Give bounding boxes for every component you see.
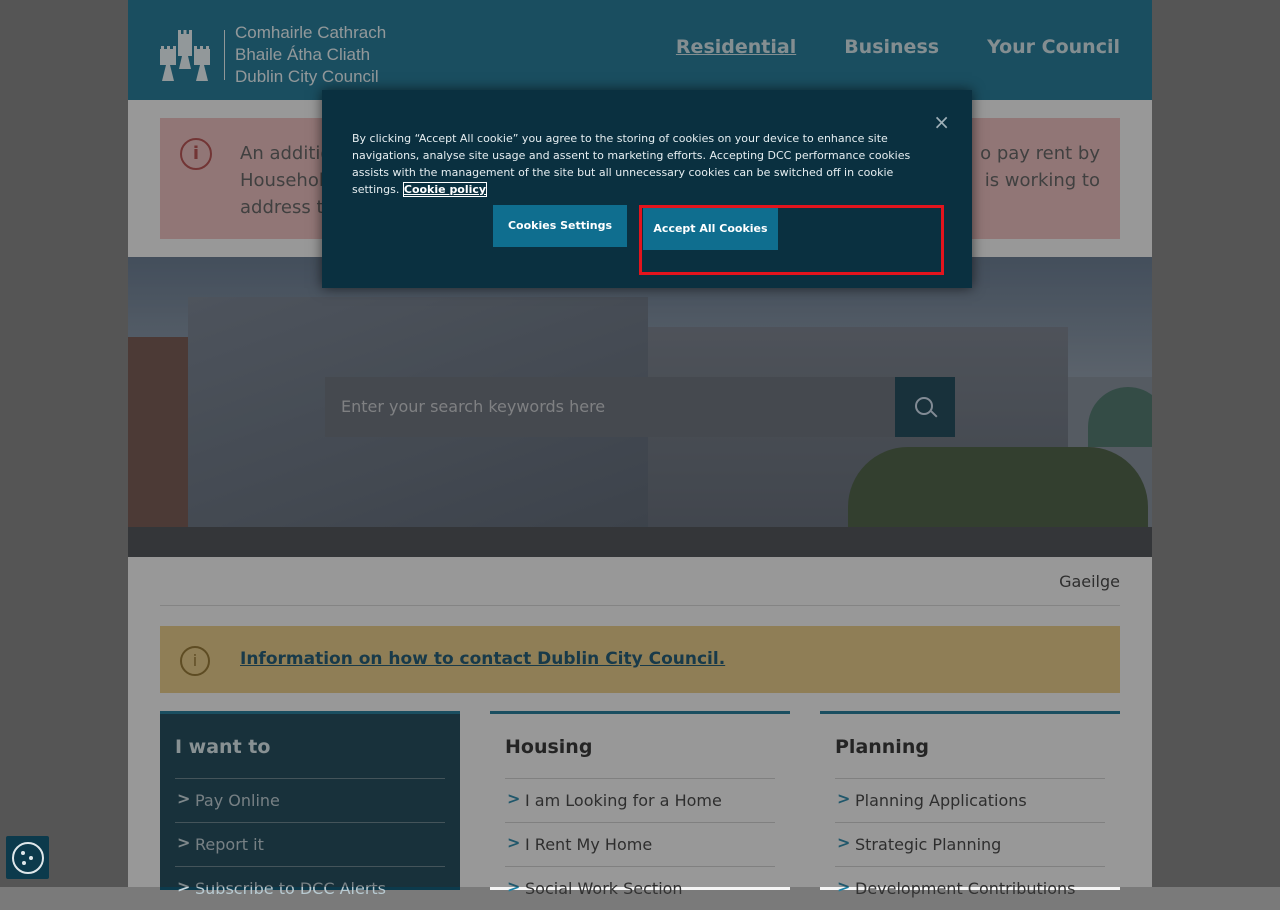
close-icon[interactable]: × bbox=[933, 112, 950, 132]
cookie-preferences-button[interactable] bbox=[6, 836, 49, 879]
cookie-message: By clicking “Accept All cookie” you agre… bbox=[352, 130, 932, 198]
cookies-settings-button[interactable]: Cookies Settings bbox=[493, 205, 627, 247]
cookie-icon bbox=[12, 842, 44, 874]
highlight-box bbox=[639, 205, 944, 275]
cookie-policy-link[interactable]: Cookie policy bbox=[402, 182, 488, 197]
